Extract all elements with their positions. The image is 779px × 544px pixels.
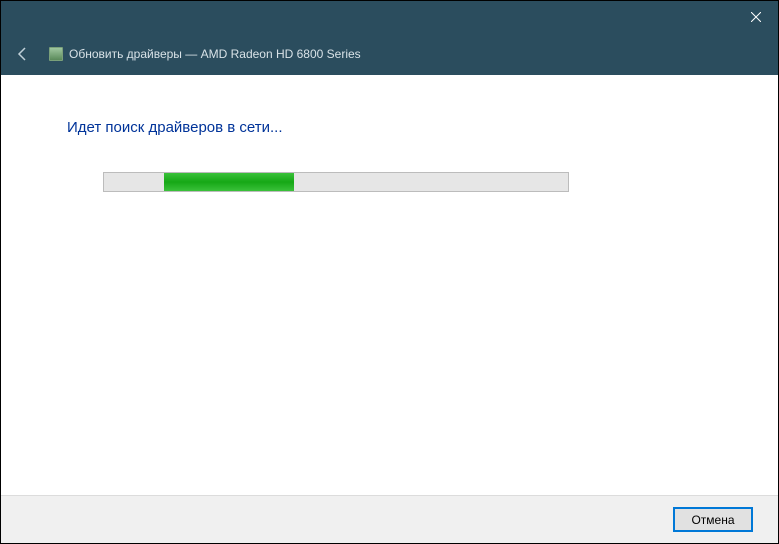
titlebar bbox=[1, 1, 778, 33]
header-bar: Обновить драйверы — AMD Radeon HD 6800 S… bbox=[1, 33, 778, 75]
status-text: Идет поиск драйверов в сети... bbox=[67, 119, 712, 136]
content-area: Идет поиск драйверов в сети... bbox=[1, 75, 778, 192]
back-button[interactable] bbox=[15, 46, 31, 62]
back-arrow-icon bbox=[15, 46, 31, 62]
header-title-text: Обновить драйверы — AMD Radeon HD 6800 S… bbox=[69, 47, 361, 61]
progress-bar-fill bbox=[164, 173, 294, 191]
cancel-button[interactable]: Отмена bbox=[674, 508, 752, 531]
footer: Отмена bbox=[1, 495, 778, 543]
progress-bar-container bbox=[103, 172, 569, 192]
close-icon bbox=[751, 12, 761, 22]
header-title: Обновить драйверы — AMD Radeon HD 6800 S… bbox=[49, 47, 361, 61]
close-button[interactable] bbox=[733, 1, 778, 33]
device-icon bbox=[49, 47, 63, 61]
